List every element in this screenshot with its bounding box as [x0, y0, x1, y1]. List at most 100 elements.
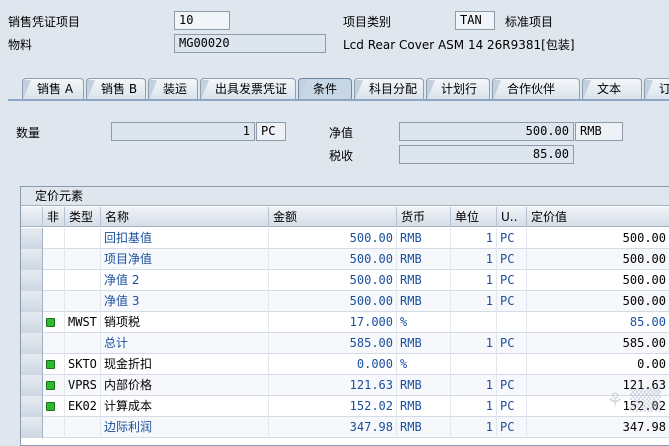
- table-row[interactable]: 总计 585.00 RMB 1 PC 585.00: [21, 333, 669, 354]
- table-row[interactable]: 项目净值 500.00 RMB 1 PC 500.00: [21, 249, 669, 270]
- material-field[interactable]: MG00020: [174, 34, 326, 53]
- tab-label: 科目分配: [369, 82, 418, 96]
- condition-value-cell: 0.00: [527, 354, 669, 375]
- table-row[interactable]: 净值 3 500.00 RMB 1 PC 500.00: [21, 291, 669, 312]
- type-cell: [65, 228, 101, 249]
- column-header-uom[interactable]: U..: [497, 207, 527, 227]
- condition-value-cell: 500.00: [527, 270, 669, 291]
- amount-cell: 152.02: [269, 396, 397, 417]
- tab-5[interactable]: 条件: [298, 78, 352, 100]
- column-header-name[interactable]: 名称: [101, 207, 269, 227]
- tab-corner-icon: [427, 79, 435, 100]
- row-selector[interactable]: [21, 228, 43, 249]
- uom-cell: [497, 354, 527, 375]
- tab-label: 计划行: [441, 82, 478, 96]
- row-selector[interactable]: [21, 354, 43, 375]
- tab-corner-icon: [87, 79, 95, 100]
- tab-label: 出具发票凭证: [215, 82, 288, 96]
- net-value-currency-field[interactable]: RMB: [575, 122, 623, 141]
- per-cell: 1: [451, 291, 497, 312]
- row-selector[interactable]: [21, 249, 43, 270]
- tab-label: 销售 A: [37, 82, 74, 96]
- status-cell: [43, 354, 65, 375]
- tab-1[interactable]: 销售 A: [22, 78, 84, 100]
- sales-doc-item-field[interactable]: 10: [174, 11, 230, 30]
- quantity-unit-field[interactable]: PC: [256, 122, 286, 141]
- quantity-field[interactable]: 1: [111, 122, 255, 141]
- table-row[interactable]: EK02 计算成本 152.02 RMB 1 PC 152.02: [21, 396, 669, 417]
- tab-divider: [8, 99, 669, 101]
- currency-cell: %: [397, 312, 451, 333]
- tab-corner-icon: [149, 79, 157, 100]
- tab-7[interactable]: 计划行: [426, 78, 490, 100]
- amount-cell: 500.00: [269, 291, 397, 312]
- table-row[interactable]: 净值 2 500.00 RMB 1 PC 500.00: [21, 270, 669, 291]
- tab-label: 合作伙伴: [507, 82, 556, 96]
- per-cell: [451, 354, 497, 375]
- per-cell: 1: [451, 396, 497, 417]
- column-header-inactive[interactable]: 非: [43, 207, 65, 227]
- type-cell: EK02: [65, 396, 101, 417]
- per-cell: 1: [451, 249, 497, 270]
- tab-corner-icon: [23, 79, 31, 100]
- tab-3[interactable]: 装运: [148, 78, 198, 100]
- amount-cell: 500.00: [269, 228, 397, 249]
- row-selector[interactable]: [21, 375, 43, 396]
- status-cell: [43, 333, 65, 354]
- tab-2[interactable]: 销售 B: [86, 78, 146, 100]
- select-all-header[interactable]: [21, 207, 43, 227]
- row-selector[interactable]: [21, 291, 43, 312]
- per-cell: 1: [451, 417, 497, 438]
- row-selector[interactable]: [21, 333, 43, 354]
- quantity-label: 数量: [16, 126, 41, 140]
- tax-label: 税收: [329, 149, 354, 163]
- type-cell: SKTO: [65, 354, 101, 375]
- tab-corner-icon: [645, 79, 653, 100]
- column-header-condition-value[interactable]: 定价值: [527, 207, 669, 227]
- currency-cell: %: [397, 354, 451, 375]
- row-selector[interactable]: [21, 396, 43, 417]
- tab-9[interactable]: 文本: [582, 78, 642, 100]
- amount-cell: 500.00: [269, 249, 397, 270]
- status-cell: [43, 249, 65, 270]
- row-selector[interactable]: [21, 312, 43, 333]
- table-row[interactable]: SKTO 现金折扣 0.000% 0.00: [21, 354, 669, 375]
- net-value-field[interactable]: 500.00: [399, 122, 574, 141]
- currency-cell: RMB: [397, 333, 451, 354]
- pricing-elements-table: 定价元素 非类型 名称 金额 货币 单位 U.. 定价值 回扣基值 500.00 RMB 1 PC 5…: [20, 186, 669, 446]
- type-cell: MWST: [65, 312, 101, 333]
- status-cell: [43, 312, 65, 333]
- type-cell: [65, 417, 101, 438]
- uom-cell: PC: [497, 228, 527, 249]
- column-header-amount[interactable]: 金额: [269, 207, 397, 227]
- condition-value-cell: 85.00: [527, 312, 669, 333]
- per-cell: 1: [451, 270, 497, 291]
- tab-label: 销售 B: [101, 82, 138, 96]
- amount-cell: 121.63: [269, 375, 397, 396]
- tab-label: 条件: [313, 82, 338, 96]
- table-row[interactable]: VPRS 内部价格 121.63 RMB 1 PC 121.63: [21, 375, 669, 396]
- row-selector[interactable]: [21, 417, 43, 438]
- table-row[interactable]: 回扣基值 500.00 RMB 1 PC 500.00: [21, 228, 669, 249]
- green-square-icon: [46, 360, 55, 369]
- tab-10[interactable]: 订单: [644, 78, 669, 100]
- column-header-type[interactable]: 类型: [65, 207, 101, 227]
- column-header-per[interactable]: 单位: [451, 207, 497, 227]
- tab-8[interactable]: 合作伙伴: [492, 78, 580, 100]
- tab-4[interactable]: 出具发票凭证: [200, 78, 296, 100]
- amount-cell: 500.00: [269, 270, 397, 291]
- currency-cell: RMB: [397, 249, 451, 270]
- type-cell: [65, 270, 101, 291]
- tab-6[interactable]: 科目分配: [354, 78, 424, 100]
- row-selector[interactable]: [21, 270, 43, 291]
- name-cell: 项目净值: [101, 249, 269, 270]
- column-header-currency[interactable]: 货币: [397, 207, 451, 227]
- table-row[interactable]: MWST 销项税 17.000% 85.00: [21, 312, 669, 333]
- item-category-description: 标准项目: [505, 15, 554, 29]
- sales-doc-item-label: 销售凭证项目: [8, 15, 81, 29]
- amount-cell: 585.00: [269, 333, 397, 354]
- tax-field[interactable]: 85.00: [399, 145, 574, 164]
- table-row[interactable]: 边际利润 347.98 RMB 1 PC 347.98: [21, 417, 669, 438]
- name-cell: 回扣基值: [101, 228, 269, 249]
- item-category-field[interactable]: TAN: [455, 11, 495, 30]
